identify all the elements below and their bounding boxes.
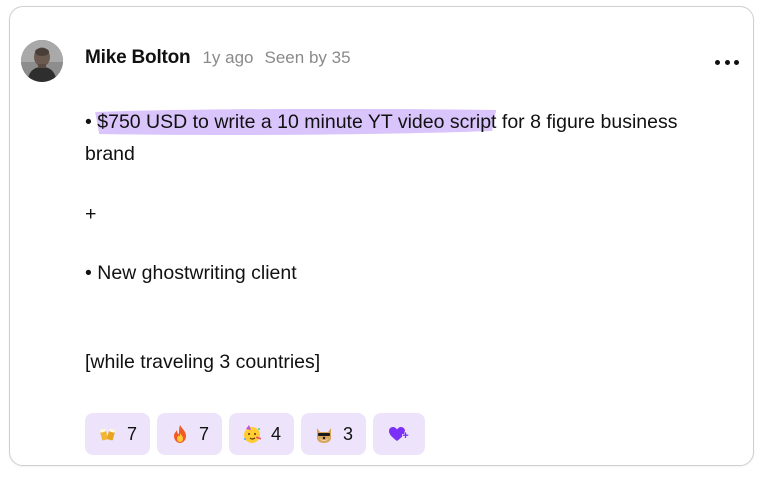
fire-icon <box>174 425 187 443</box>
reaction-doge[interactable]: 3 <box>301 413 367 455</box>
reaction-beer[interactable]: 7 <box>85 413 151 455</box>
seen-count[interactable]: Seen by 35 <box>265 48 351 68</box>
reactions-bar: 7 7 4 3 <box>85 413 426 455</box>
heart-plus-icon <box>389 427 410 441</box>
party-face-icon <box>244 425 262 443</box>
highlight-text: $750 USD to write a 10 minute YT video s… <box>97 111 497 133</box>
more-options-icon[interactable] <box>715 57 739 67</box>
post-line-1: • $750 USD to write a 10 minute YT video… <box>85 107 678 137</box>
reaction-count: 3 <box>343 423 354 444</box>
reaction-fire[interactable]: 7 <box>157 413 223 455</box>
post-line-plus: + <box>85 203 97 225</box>
reaction-count: 7 <box>199 423 210 444</box>
post-timestamp: 1y ago <box>202 48 254 67</box>
reaction-count: 7 <box>127 423 138 444</box>
beer-mugs-icon <box>99 428 116 441</box>
post-line-note: [while traveling 3 countries] <box>85 351 321 373</box>
doge-sunglasses-icon <box>317 428 332 443</box>
post-card: Mike Bolton 1y ago Seen by 35 • $750 USD… <box>9 6 754 466</box>
highlighted-text: $750 USD to write a 10 minute YT video s… <box>95 107 497 137</box>
add-reaction-button[interactable] <box>373 413 426 455</box>
author-name[interactable]: Mike Bolton <box>85 47 191 69</box>
reaction-party[interactable]: 4 <box>229 413 295 455</box>
reaction-count: 4 <box>271 423 282 444</box>
post-line-bullet2: • New ghostwriting client <box>85 262 297 284</box>
avatar[interactable] <box>21 40 63 82</box>
post-header: Mike Bolton 1y ago Seen by 35 <box>85 47 351 77</box>
post-line-2: brand <box>85 143 135 165</box>
line-1-rest: for 8 figure business <box>501 111 678 133</box>
